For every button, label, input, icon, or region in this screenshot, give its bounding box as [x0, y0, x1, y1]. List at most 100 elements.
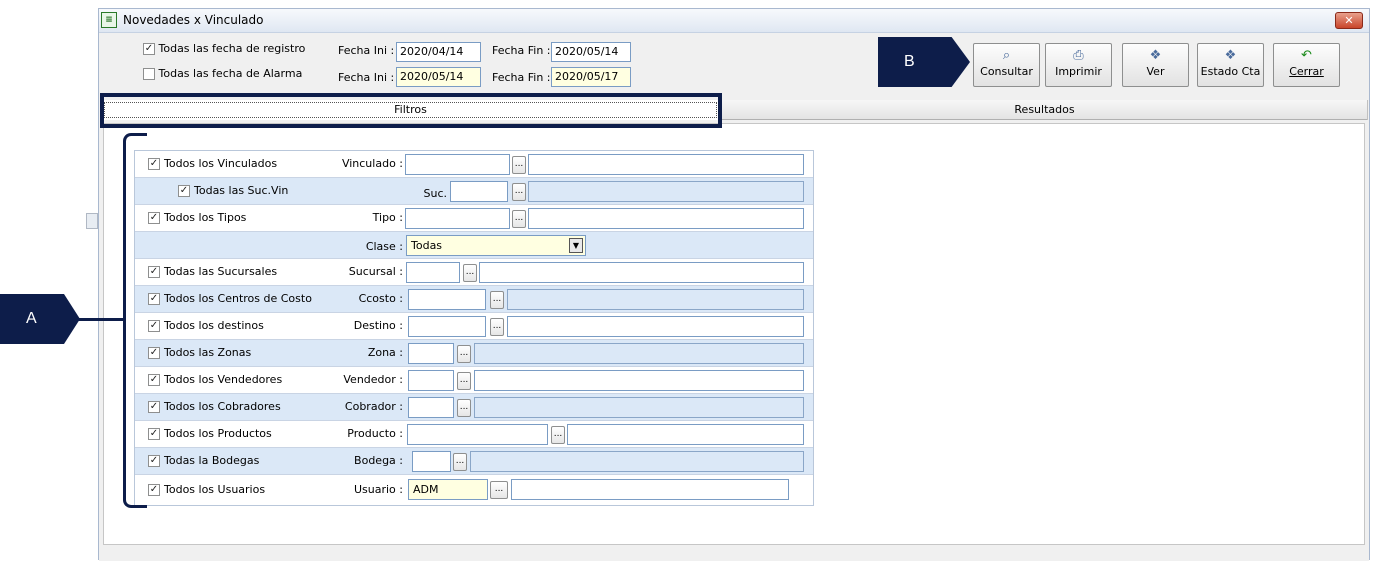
usuario-name-field[interactable]	[511, 479, 789, 500]
cobrador-lookup-button[interactable]: ...	[457, 399, 471, 417]
date-option-registro[interactable]: ✓ Todas las fecha de registro	[143, 42, 305, 55]
title-bar: ≡ Novedades x Vinculado ✕	[99, 9, 1369, 33]
tipo-name-field[interactable]	[528, 208, 804, 229]
bracket-connector	[78, 318, 124, 321]
chevron-down-icon[interactable]: ▼	[569, 238, 583, 253]
document-icon	[86, 213, 98, 229]
usuarios-checkbox[interactable]: ✓	[148, 484, 160, 496]
zonas-checkbox[interactable]: ✓	[148, 347, 160, 359]
registro-fin-label: Fecha Fin :	[492, 44, 551, 57]
suc-vin-code-field[interactable]	[450, 181, 508, 202]
tipo-lookup-button[interactable]: ...	[512, 210, 526, 228]
estado-cta-button[interactable]: ❖ Estado Cta	[1197, 43, 1264, 87]
usuario-lookup-button[interactable]: ...	[490, 481, 508, 499]
vendedor-name-field[interactable]	[474, 370, 804, 391]
producto-name-field[interactable]	[567, 424, 804, 445]
ccosto-lookup-button[interactable]: ...	[490, 291, 504, 309]
printer-icon: ⎙	[1073, 48, 1084, 63]
alarma-ini-label: Fecha Ini :	[338, 71, 395, 84]
sucursal-code-field[interactable]	[406, 262, 460, 283]
vinculado-lookup-button[interactable]: ...	[512, 156, 526, 174]
cobrador-code-field[interactable]	[408, 397, 454, 418]
imprimir-button[interactable]: ⎙ Imprimir	[1045, 43, 1112, 87]
ver-button[interactable]: ❖ Ver	[1122, 43, 1189, 87]
destino-name-field[interactable]	[507, 316, 804, 337]
destino-lookup-button[interactable]: ...	[490, 318, 504, 336]
alarma-fin-label: Fecha Fin :	[492, 71, 551, 84]
sucursales-checkbox[interactable]: ✓	[148, 266, 160, 278]
registro-ini-field[interactable]: 2020/04/14	[396, 42, 481, 62]
ccosto-code-field[interactable]	[408, 289, 486, 310]
report-window: ≡ Novedades x Vinculado ✕ ✓ Todas las fe…	[98, 8, 1370, 561]
destinos-checkbox[interactable]: ✓	[148, 320, 160, 332]
close-window-button[interactable]: ✕	[1335, 12, 1363, 29]
vendedor-lookup-button[interactable]: ...	[457, 372, 471, 390]
filter-row-cobradores: ✓ Todos los Cobradores Cobrador : ...	[135, 394, 813, 421]
productos-checkbox[interactable]: ✓	[148, 428, 160, 440]
filter-row-vinculados: ✓ Todos los Vinculados Vinculado : ...	[135, 151, 813, 178]
cobrador-name-field	[474, 397, 804, 418]
app-icon: ≡	[101, 12, 117, 28]
annotation-b: B	[878, 37, 970, 87]
vinculados-checkbox[interactable]: ✓	[148, 158, 160, 170]
suc-vin-name-field	[528, 181, 804, 202]
vendedor-code-field[interactable]	[408, 370, 454, 391]
magnifier-icon: ⌕	[1002, 48, 1011, 63]
tipos-checkbox[interactable]: ✓	[148, 212, 160, 224]
filtros-tab-highlight	[100, 93, 722, 128]
ccosto-checkbox[interactable]: ✓	[148, 293, 160, 305]
vendedores-checkbox[interactable]: ✓	[148, 374, 160, 386]
status-bar	[99, 547, 1369, 561]
date-option-alarma[interactable]: Todas las fecha de Alarma	[143, 67, 302, 80]
filter-row-destinos: ✓ Todos los destinos Destino : ...	[135, 313, 813, 340]
filter-row-sucursales: ✓ Todas las Sucursales Sucursal : ...	[135, 259, 813, 286]
consultar-button[interactable]: ⌕ Consultar	[973, 43, 1040, 87]
suc-vin-lookup-button[interactable]: ...	[512, 183, 526, 201]
producto-code-field[interactable]	[407, 424, 548, 445]
view-icon: ❖	[1149, 48, 1162, 63]
filter-row-productos: ✓ Todos los Productos Producto : ...	[135, 421, 813, 448]
bodega-code-field[interactable]	[412, 451, 451, 472]
window-title: Novedades x Vinculado	[123, 13, 264, 27]
filters-bracket	[123, 133, 147, 508]
vinculado-name-field[interactable]	[528, 154, 804, 175]
filter-row-bodegas: ✓ Todas la Bodegas Bodega : ...	[135, 448, 813, 475]
bodegas-checkbox[interactable]: ✓	[148, 455, 160, 467]
filter-row-zonas: ✓ Todos las Zonas Zona : ...	[135, 340, 813, 367]
zona-name-field	[474, 343, 804, 364]
usuario-code-field[interactable]: ADM	[408, 479, 488, 500]
cobradores-checkbox[interactable]: ✓	[148, 401, 160, 413]
alarma-ini-field[interactable]: 2020/05/14	[396, 67, 481, 87]
bodega-lookup-button[interactable]: ...	[453, 453, 467, 471]
alarma-label: Todas las fecha de Alarma	[158, 67, 303, 80]
cerrar-button[interactable]: ↶ Cerrar	[1273, 43, 1340, 87]
tab-resultados[interactable]: Resultados	[722, 100, 1368, 120]
account-statement-icon: ❖	[1224, 48, 1237, 63]
bodega-name-field	[470, 451, 804, 472]
destino-code-field[interactable]	[408, 316, 486, 337]
zona-lookup-button[interactable]: ...	[457, 345, 471, 363]
undo-arrow-icon: ↶	[1301, 48, 1312, 63]
filter-row-ccosto: ✓ Todos los Centros de Costo Ccosto : ..…	[135, 286, 813, 313]
alarma-checkbox[interactable]	[143, 68, 155, 80]
suc-vin-checkbox[interactable]: ✓	[178, 185, 190, 197]
filter-row-suc-vin: ✓ Todas las Suc.Vin Suc. ...	[135, 178, 813, 205]
sucursal-name-field[interactable]	[479, 262, 804, 283]
sucursal-lookup-button[interactable]: ...	[463, 264, 477, 282]
registro-fin-field[interactable]: 2020/05/14	[551, 42, 631, 62]
annotation-a: A	[0, 294, 80, 344]
producto-lookup-button[interactable]: ...	[551, 426, 565, 444]
registro-label: Todas las fecha de registro	[158, 42, 306, 55]
filter-row-vendedores: ✓ Todos los Vendedores Vendedor : ...	[135, 367, 813, 394]
filter-row-clase: Clase : Todas ▼	[135, 232, 813, 259]
filter-row-usuarios: ✓ Todos los Usuarios Usuario : ADM ...	[135, 475, 813, 505]
tipo-code-field[interactable]	[405, 208, 510, 229]
vinculado-code-field[interactable]	[405, 154, 510, 175]
zona-code-field[interactable]	[408, 343, 454, 364]
filters-panel: ✓ Todos los Vinculados Vinculado : ... ✓…	[103, 123, 1365, 545]
alarma-fin-field[interactable]: 2020/05/17	[551, 67, 631, 87]
registro-ini-label: Fecha Ini :	[338, 44, 395, 57]
clase-select[interactable]: Todas ▼	[406, 235, 586, 256]
registro-checkbox[interactable]: ✓	[143, 43, 155, 55]
ccosto-name-field	[507, 289, 804, 310]
